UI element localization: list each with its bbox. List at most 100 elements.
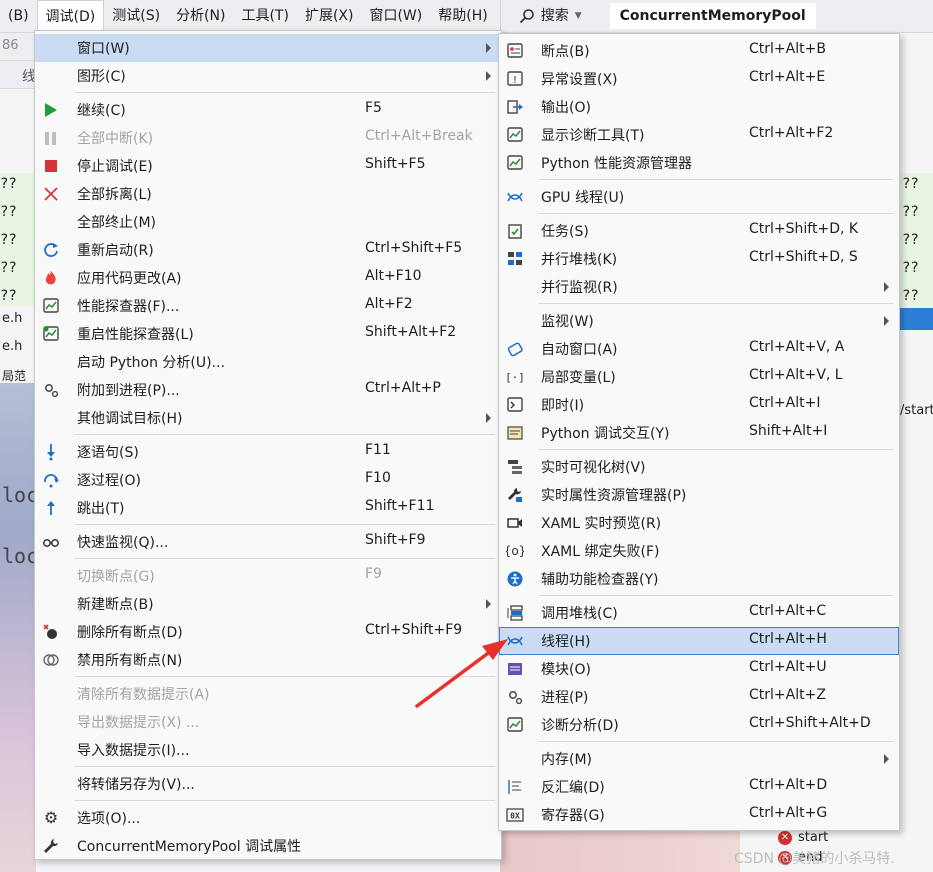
code-text: ?? — [0, 232, 17, 248]
debug-menu-item-31[interactable]: 将转储另存为(V)... — [35, 770, 501, 798]
menubar-item-window[interactable]: 窗口(W) — [361, 0, 430, 33]
debug-menu-item-10[interactable]: 性能探查器(F)... Alt+F2 — [35, 292, 501, 320]
window-submenu-item-9[interactable]: 并行堆栈(K) Ctrl+Shift+D, S — [499, 245, 899, 273]
window-submenu-item-shortcut: Ctrl+Alt+V, A — [749, 339, 845, 355]
debug-menu-item-23[interactable]: 新建断点(B) — [35, 590, 501, 618]
menubar-item-debug[interactable]: 调试(D) — [36, 0, 105, 33]
window-submenu-item-1[interactable]: ! 异常设置(X) Ctrl+Alt+E — [499, 65, 899, 93]
debug-menu-item-18[interactable]: 跳出(T) Shift+F11 — [35, 494, 501, 522]
window-submenu-item-label: 任务(S) — [541, 224, 589, 240]
debug-menu-item-3[interactable]: 继续(C) F5 — [35, 96, 501, 124]
debug-menu-item-shortcut: Ctrl+Shift+F9 — [365, 622, 463, 638]
window-submenu-item-14[interactable]: [·] 局部变量(L) Ctrl+Alt+V, L — [499, 363, 899, 391]
disassembly-icon — [505, 777, 525, 797]
window-submenu-item-31[interactable]: 反汇编(D) Ctrl+Alt+D — [499, 773, 899, 801]
window-submenu-item-18[interactable]: 实时可视化树(V) — [499, 453, 899, 481]
search-button[interactable]: 搜索 ▼ — [499, 0, 592, 33]
window-submenu-item-4[interactable]: Python 性能资源管理器 — [499, 149, 899, 177]
window-submenu-item-label: XAML 绑定失败(F) — [541, 544, 660, 560]
window-submenu-item-25[interactable]: 线程(H) Ctrl+Alt+H — [499, 627, 899, 655]
code-text: ?? — [0, 260, 17, 276]
window-submenu-item-13[interactable]: 自动窗口(A) Ctrl+Alt+V, A — [499, 335, 899, 363]
code-text: ?? — [0, 176, 17, 192]
debug-menu-item-1[interactable]: 图形(C) — [35, 62, 501, 90]
window-submenu-item-shortcut: Ctrl+Alt+C — [749, 603, 827, 619]
window-submenu-item-19[interactable]: 实时属性资源管理器(P) — [499, 481, 899, 509]
autos-icon — [505, 339, 525, 359]
file-tab[interactable]: e.h — [0, 334, 36, 360]
window-submenu-item-3[interactable]: 显示诊断工具(T) Ctrl+Alt+F2 — [499, 121, 899, 149]
debug-menu-item-33[interactable]: ⚙ 选项(O)... — [35, 804, 501, 832]
code-text: /start — [900, 403, 933, 418]
window-submenu-item-label: 即时(I) — [541, 398, 585, 414]
window-submenu-item-10[interactable]: 并行监视(R) — [499, 273, 899, 301]
window-submenu-item-20[interactable]: XAML 实时预览(R) — [499, 509, 899, 537]
debug-menu-item-5[interactable]: 停止调试(E) Shift+F5 — [35, 152, 501, 180]
debug-menu-item-6[interactable]: 全部拆离(L) — [35, 180, 501, 208]
window-submenu-item-shortcut: Ctrl+Alt+H — [749, 631, 827, 647]
debug-menu-item-11[interactable]: 重启性能探查器(L) Shift+Alt+F2 — [35, 320, 501, 348]
debug-menu-item-20[interactable]: 快速监视(Q)... Shift+F9 — [35, 528, 501, 556]
window-submenu-item-28[interactable]: 诊断分析(D) Ctrl+Shift+Alt+D — [499, 711, 899, 739]
window-submenu-item-24[interactable]: 调用堆栈(C) Ctrl+Alt+C — [499, 599, 899, 627]
modules-icon — [505, 659, 525, 679]
window-submenu-item-21[interactable]: {o} XAML 绑定失败(F) — [499, 537, 899, 565]
window-submenu-item-label: XAML 实时预览(R) — [541, 516, 662, 532]
debug-menu-item-label: 停止调试(E) — [77, 159, 153, 175]
window-submenu-item-26[interactable]: 模块(O) Ctrl+Alt+U — [499, 655, 899, 683]
debug-menu-item-34[interactable]: ConcurrentMemoryPool 调试属性 — [35, 832, 501, 860]
menubar-item-tools[interactable]: 工具(T) — [233, 0, 296, 33]
line-number: 86 — [2, 38, 19, 53]
window-submenu-item-2[interactable]: 输出(O) — [499, 93, 899, 121]
code-text: ?? — [0, 288, 17, 304]
debug-menu-item-label: 重新启动(R) — [77, 243, 154, 259]
window-submenu-item-label: 显示诊断工具(T) — [541, 128, 645, 144]
window-submenu-item-8[interactable]: 任务(S) Ctrl+Shift+D, K — [499, 217, 899, 245]
menubar-item-test[interactable]: 测试(S) — [104, 0, 168, 33]
window-submenu-separator — [539, 741, 893, 742]
window-submenu-item-16[interactable]: Python 调试交互(Y) Shift+Alt+I — [499, 419, 899, 447]
window-submenu-item-0[interactable]: 断点(B) Ctrl+Alt+B — [499, 37, 899, 65]
debug-menu-item-shortcut: Shift+F11 — [365, 498, 435, 514]
menubar-item-help[interactable]: 帮助(H) — [430, 0, 495, 33]
debug-menu-item-label: 删除所有断点(D) — [77, 625, 183, 641]
debug-menu-item-label: 重启性能探查器(L) — [77, 327, 194, 343]
window-submenu-item-30[interactable]: 内存(M) — [499, 745, 899, 773]
debug-menu-item-8[interactable]: 重新启动(R) Ctrl+Shift+F5 — [35, 236, 501, 264]
window-submenu-item-32[interactable]: 0X 寄存器(G) Ctrl+Alt+G — [499, 801, 899, 829]
debug-menu-item-24[interactable]: 删除所有断点(D) Ctrl+Shift+F9 — [35, 618, 501, 646]
debug-menu-item-13[interactable]: 附加到进程(P)... Ctrl+Alt+P — [35, 376, 501, 404]
debug-menu-item-label: 性能探查器(F)... — [77, 299, 180, 315]
debug-menu-item-16[interactable]: 逐语句(S) F11 — [35, 438, 501, 466]
window-submenu-item-shortcut: Ctrl+Alt+G — [749, 805, 828, 821]
debug-menu-item-shortcut: F9 — [365, 566, 382, 582]
window-submenu-item-6[interactable]: GPU 线程(U) — [499, 183, 899, 211]
debug-menu-item-7[interactable]: 全部终止(M) — [35, 208, 501, 236]
window-submenu-item-15[interactable]: 即时(I) Ctrl+Alt+I — [499, 391, 899, 419]
window-submenu-item-22[interactable]: 辅助功能检查器(Y) — [499, 565, 899, 593]
code-text: ?? — [902, 232, 919, 248]
debug-menu-item-17[interactable]: 逐过程(O) F10 — [35, 466, 501, 494]
window-submenu-item-12[interactable]: 监视(W) — [499, 307, 899, 335]
menubar-item-analyze[interactable]: 分析(N) — [168, 0, 233, 33]
code-text: ?? — [0, 204, 17, 220]
window-submenu-item-label: 诊断分析(D) — [541, 718, 619, 734]
debug-menu-item-9[interactable]: 应用代码更改(A) Alt+F10 — [35, 264, 501, 292]
window-submenu-separator — [539, 449, 893, 450]
debug-menu-item-12[interactable]: 启动 Python 分析(U)... — [35, 348, 501, 376]
window-submenu-item-label: 异常设置(X) — [541, 72, 618, 88]
menubar-item-build[interactable]: (B) — [0, 0, 37, 33]
debug-menu-item-29[interactable]: 导入数据提示(I)... — [35, 736, 501, 764]
debug-menu-item-14[interactable]: 其他调试目标(H) — [35, 404, 501, 432]
file-tab[interactable]: e.h — [0, 306, 36, 332]
debug-menu-item-0[interactable]: 窗口(W) — [35, 34, 501, 62]
window-submenu-item-27[interactable]: 进程(P) Ctrl+Alt+Z — [499, 683, 899, 711]
debug-menu-item-label: 附加到进程(P)... — [77, 383, 180, 399]
restart-icon — [41, 240, 61, 260]
menubar-item-extensions[interactable]: 扩展(X) — [297, 0, 362, 33]
chevron-right-icon — [486, 71, 491, 81]
debug-menu-item-25[interactable]: 禁用所有断点(N) — [35, 646, 501, 674]
error-row[interactable]: ✕ start — [778, 830, 828, 845]
python-interactive-icon — [505, 423, 525, 443]
locals-icon: [·] — [505, 367, 525, 387]
